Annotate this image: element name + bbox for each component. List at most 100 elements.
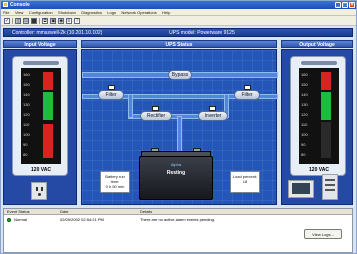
event-details-cell: There are no active alarm events pending… (140, 217, 215, 222)
event-date-cell: 02/09/2002 02:54:21 PM (60, 217, 104, 222)
load-percent-tile: Load percent: 18 (230, 171, 260, 193)
network-icon[interactable]: ⧉ (42, 18, 48, 24)
app-window: Console _ □ × File View Configuration Sh… (0, 0, 357, 254)
tick-label: 140 (23, 92, 30, 97)
window-title: Console (10, 2, 30, 8)
input-bar-low (43, 124, 53, 158)
output-bar-high (321, 72, 331, 90)
tick-label: 90 (301, 142, 306, 147)
controller-label: Controller: (12, 30, 36, 36)
battery-icon: Alpha Resting (139, 148, 213, 200)
plug-icon (108, 85, 115, 90)
power-line-left-drop (128, 94, 133, 118)
ups-model-label: UPS model: (169, 30, 196, 36)
help-icon[interactable]: ? (74, 18, 80, 24)
server-icon (322, 174, 338, 200)
statistics-icon[interactable]: ▥ (15, 18, 21, 24)
column-date[interactable]: Date (60, 209, 68, 215)
battery-state: Resting (166, 170, 186, 176)
minimize-button[interactable]: _ (335, 2, 341, 8)
tick-label: 100 (301, 132, 308, 137)
tick-label: 150 (301, 82, 308, 87)
meter-cap (23, 61, 59, 65)
load-value: 18 (242, 179, 248, 184)
close-button[interactable]: × (349, 2, 355, 8)
column-event-status[interactable]: Event Status (7, 209, 30, 215)
battery-runtime-tile: Battery run time: 0 h 50 min (100, 171, 130, 193)
menu-shutdown[interactable]: Shutdown (56, 9, 78, 16)
app-icon (3, 2, 8, 7)
tick-label: 160 (301, 72, 308, 77)
tick-label: 90 (23, 142, 28, 147)
tick-label: 160 (23, 72, 30, 77)
filter-output-node: Filter (234, 90, 260, 100)
view-logs-button[interactable]: View Logs... (304, 229, 342, 239)
input-bar-high (43, 72, 53, 90)
output-bar-empty (321, 122, 331, 158)
output-voltage-reading: 120 VAC (309, 167, 329, 173)
output-bar-level (321, 92, 331, 120)
ups-model-value: Powerware 9125 (197, 30, 235, 36)
input-voltage-reading: 120 VAC (31, 167, 51, 173)
input-bar-level (43, 92, 53, 120)
tick-label: 80 (23, 152, 28, 157)
monitor-icon[interactable] (31, 18, 37, 24)
output-voltage-header: Output Voltage (281, 40, 353, 48)
event-status-cell: Normal (14, 217, 27, 222)
menu-configuration[interactable]: Configuration (27, 9, 55, 16)
output-voltage-panel: 160 150 140 130 120 110 100 90 80 120 VA… (281, 49, 353, 205)
output-meter-scale: 160 150 140 130 120 110 100 90 80 (299, 68, 339, 164)
tick-label: 110 (301, 122, 308, 127)
plug-icon (209, 106, 216, 111)
event-table-header: Event Status Date Details (4, 209, 352, 215)
toolbar-separator (39, 18, 40, 24)
tick-label: 120 (301, 112, 308, 117)
column-details[interactable]: Details (140, 209, 152, 215)
input-voltage-meter: 160 150 140 130 120 110 100 90 80 120 VA… (12, 56, 68, 176)
menu-network-operations[interactable]: Network Operations (119, 9, 158, 16)
chart-icon[interactable]: ▤ (23, 18, 29, 24)
ok-status-icon (7, 218, 11, 222)
event-status-area: Event Status Date Details Normal 02/09/2… (3, 208, 353, 253)
menu-logs[interactable]: Logs (105, 9, 118, 16)
tick-label: 130 (23, 102, 30, 107)
inverter-node: Inverter (198, 111, 228, 121)
computer-icon (288, 180, 314, 198)
title-bar: Console _ □ × (1, 1, 356, 9)
menu-view[interactable]: View (13, 9, 26, 16)
tick-label: 100 (23, 132, 30, 137)
toolbar-separator (12, 18, 13, 24)
menu-diagnostics[interactable]: Diagnostics (79, 9, 104, 16)
checkmark-icon[interactable]: ✓ (4, 18, 10, 24)
tick-label: 140 (301, 92, 308, 97)
input-meter-scale: 160 150 140 130 120 110 100 90 80 (21, 68, 61, 164)
battery-logo: Alpha (170, 162, 182, 167)
controller-value: mmaxwell-2k (10.201.10.102) (36, 30, 103, 36)
settings-icon[interactable]: ◉ (58, 18, 64, 24)
rectifier-node: Rectifier (140, 111, 172, 121)
tick-label: 130 (301, 102, 308, 107)
filter-input-node: Filter (98, 90, 124, 100)
ups-status-header: UPS Status (81, 40, 277, 48)
controller-bar: Controller: mmaxwell-2k (10.201.10.102) … (3, 28, 353, 37)
battery-line (177, 116, 182, 152)
bypass-node: Bypass (168, 70, 192, 80)
menu-file[interactable]: File (1, 9, 11, 16)
log-icon[interactable]: ≡ (66, 18, 72, 24)
maximize-button[interactable]: □ (342, 2, 348, 8)
toolbar: ✓ ▥ ▤ ⧉ ▣ ◉ ≡ ? (1, 16, 356, 26)
tick-label: 150 (23, 82, 30, 87)
copy-icon[interactable]: ▣ (50, 18, 56, 24)
tick-label: 80 (301, 152, 306, 157)
wall-outlet-icon (31, 182, 47, 200)
runtime-value: 0 h 50 min (105, 184, 125, 189)
menu-bar: File View Configuration Shutdown Diagnos… (1, 9, 356, 16)
runtime-label: Battery run time: (105, 174, 125, 184)
plug-icon (244, 85, 251, 90)
menu-help[interactable]: Help (160, 9, 172, 16)
tick-label: 110 (23, 122, 30, 127)
plug-icon (152, 106, 159, 111)
tick-label: 120 (23, 112, 30, 117)
meter-cap (301, 61, 337, 65)
input-voltage-header: Input Voltage (3, 40, 77, 48)
